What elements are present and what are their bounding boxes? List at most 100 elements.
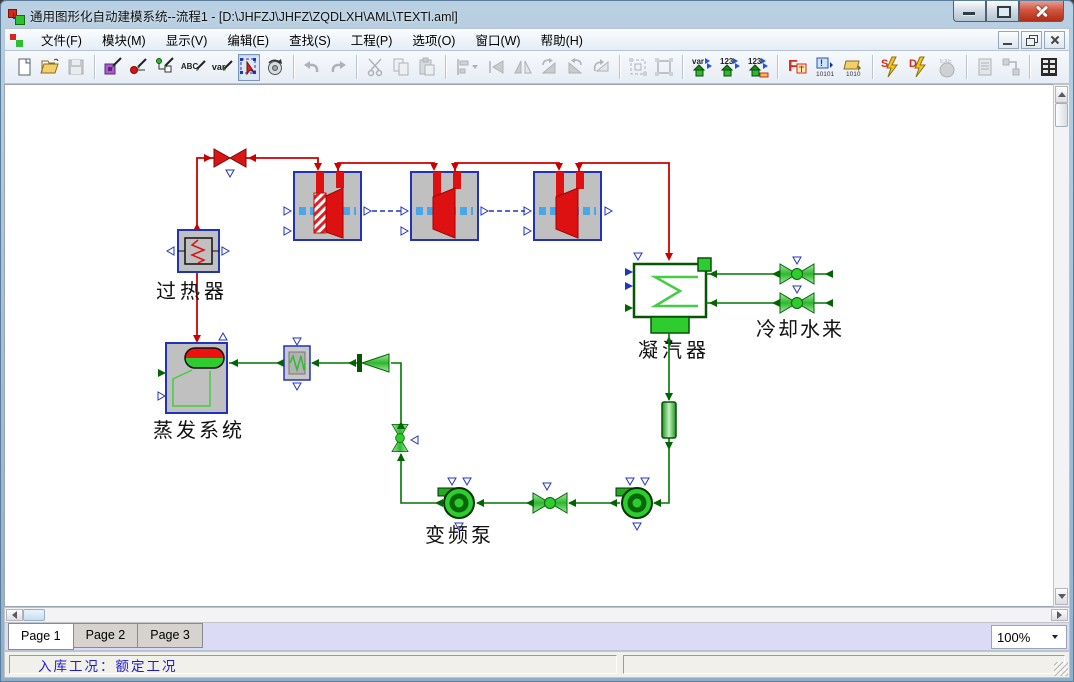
svg-text:var: var — [692, 57, 704, 66]
rotate-right-button — [538, 54, 560, 81]
report-button — [974, 54, 996, 81]
pan-tool[interactable] — [264, 54, 286, 81]
flowsheet-canvas[interactable]: 过热器 — [4, 84, 1053, 607]
cooling-valve-1[interactable] — [780, 264, 814, 284]
num-library-alt-button[interactable]: 123 — [746, 54, 770, 81]
cooling-water-label[interactable]: 冷却水来 — [756, 318, 844, 341]
menu-window[interactable]: 窗口(W) — [465, 27, 530, 52]
menu-help[interactable]: 帮助(H) — [531, 27, 593, 52]
zoom-value: 100% — [997, 630, 1030, 645]
mdi-restore-button[interactable] — [1021, 31, 1042, 49]
copy-button — [390, 54, 412, 81]
page-tab-bar: Page 1 Page 2 Page 3 100% — [4, 623, 1070, 651]
horizontal-scrollbar[interactable] — [4, 607, 1070, 623]
add-connection-tool[interactable] — [154, 54, 176, 81]
mdi-minimize-button[interactable] — [998, 31, 1019, 49]
menu-file[interactable]: 文件(F) — [31, 27, 92, 52]
topology-button — [1000, 54, 1022, 81]
menu-edit[interactable]: 编辑(E) — [217, 27, 279, 52]
add-variable-tool[interactable]: var — [211, 54, 235, 81]
feedwater-valve[interactable] — [533, 483, 567, 513]
check-valve[interactable] — [357, 354, 389, 372]
vertical-scroll-thumb[interactable] — [1055, 103, 1068, 127]
steam-valve[interactable] — [204, 149, 256, 177]
superheater-block[interactable] — [167, 230, 229, 272]
save-button — [65, 54, 87, 81]
ungroup-button — [653, 54, 675, 81]
turbine-hp-block[interactable] — [284, 172, 371, 240]
evaporator-label[interactable]: 蒸发系统 — [153, 419, 245, 442]
vertical-scrollbar[interactable] — [1053, 84, 1070, 607]
zoom-select[interactable]: 100% — [991, 625, 1067, 649]
static-calc-button[interactable]: S — [879, 54, 903, 81]
svg-text:10101: 10101 — [816, 71, 834, 78]
zoom-dropdown-arrow — [1052, 635, 1058, 639]
rotate-left-button — [564, 54, 586, 81]
turbine-ip-block[interactable] — [401, 172, 488, 240]
open-file-button[interactable] — [39, 54, 61, 81]
tab-page-3[interactable]: Page 3 — [138, 623, 203, 648]
status-operating-condition: 入库工况：额定工况 — [9, 655, 617, 674]
flowsheet-diagram: 过热器 — [5, 85, 1047, 606]
cut-button — [364, 54, 386, 81]
app-window: 通用图形化自动建模系统--流程1 - [D:\JHFZJ\JHFZ\ZQDLXH… — [0, 0, 1074, 682]
menu-bar: 文件(F) 模块(M) 显示(V) 编辑(E) 查找(S) 工程(P) 选项(O… — [4, 28, 1070, 51]
title-bar[interactable]: 通用图形化自动建模系统--流程1 - [D:\JHFZJ\JHFZ\ZQDLXH… — [0, 0, 1074, 28]
svg-text:1010: 1010 — [846, 71, 861, 78]
select-tool[interactable] — [238, 54, 260, 81]
scroll-up-button[interactable] — [1055, 86, 1068, 103]
evaporator-block[interactable] — [158, 333, 227, 413]
film-list-button[interactable] — [1037, 54, 1061, 81]
redo-button — [327, 54, 349, 81]
new-file-button[interactable] — [13, 54, 35, 81]
tab-page-1[interactable]: Page 1 — [8, 623, 74, 650]
vf-pump-label[interactable]: 变频泵 — [425, 524, 494, 547]
condensate-pump[interactable] — [616, 478, 652, 530]
menu-module[interactable]: 模块(M) — [92, 27, 156, 52]
turbine-lp-block[interactable] — [524, 172, 612, 240]
scroll-right-button[interactable] — [1051, 609, 1068, 621]
document-icon — [9, 32, 25, 48]
scroll-left-button[interactable] — [6, 609, 23, 621]
add-point-tool[interactable] — [128, 54, 150, 81]
window-title: 通用图形化自动建模系统--流程1 - [D:\JHFZJ\JHFZ\ZQDLXH… — [30, 6, 458, 25]
mdi-close-button[interactable] — [1044, 31, 1065, 49]
condenser-label[interactable]: 凝汽器 — [638, 339, 710, 362]
variable-frequency-pump[interactable] — [438, 478, 474, 530]
menu-options[interactable]: 选项(O) — [402, 27, 465, 52]
close-button[interactable] — [1019, 1, 1064, 22]
menu-search[interactable]: 查找(S) — [279, 27, 341, 52]
app-icon — [8, 7, 24, 23]
undo-button — [301, 54, 323, 81]
add-module-tool[interactable] — [102, 54, 124, 81]
cooling-valve-2[interactable] — [780, 293, 814, 313]
water-arrows — [230, 359, 661, 507]
mirror-horizontal-button — [512, 54, 534, 81]
data-folder-button[interactable]: 1010 — [841, 54, 865, 81]
status-bar: 入库工况：额定工况 — [4, 651, 1070, 678]
data-export-button[interactable]: !10101 — [813, 54, 837, 81]
align-button — [453, 54, 482, 81]
status-secondary-panel — [623, 655, 1065, 674]
group-button — [627, 54, 649, 81]
superheater-label[interactable]: 过热器 — [156, 280, 228, 303]
dynamic-calc-button[interactable]: D — [907, 54, 931, 81]
scroll-down-button[interactable] — [1055, 588, 1068, 605]
maximize-button[interactable] — [986, 1, 1019, 22]
condenser-block[interactable] — [625, 253, 711, 344]
num-library-button[interactable]: 123 — [718, 54, 742, 81]
horizontal-scroll-thumb[interactable] — [23, 609, 45, 621]
font-tool-button[interactable]: F — [785, 54, 809, 81]
resize-grip[interactable] — [1054, 662, 1068, 676]
menu-view[interactable]: 显示(V) — [156, 27, 218, 52]
gland-heater-block[interactable] — [284, 338, 310, 390]
riser-valve[interactable] — [392, 424, 418, 451]
minimize-button[interactable] — [953, 1, 986, 22]
align-dropdown-arrow — [472, 65, 478, 69]
tab-page-2[interactable]: Page 2 — [74, 623, 139, 648]
menu-project[interactable]: 工程(P) — [341, 27, 403, 52]
paste-button — [416, 54, 438, 81]
run-exe-button: EXE — [935, 54, 959, 81]
add-text-tool[interactable]: ABC — [180, 54, 207, 81]
var-library-button[interactable]: var — [690, 54, 714, 81]
